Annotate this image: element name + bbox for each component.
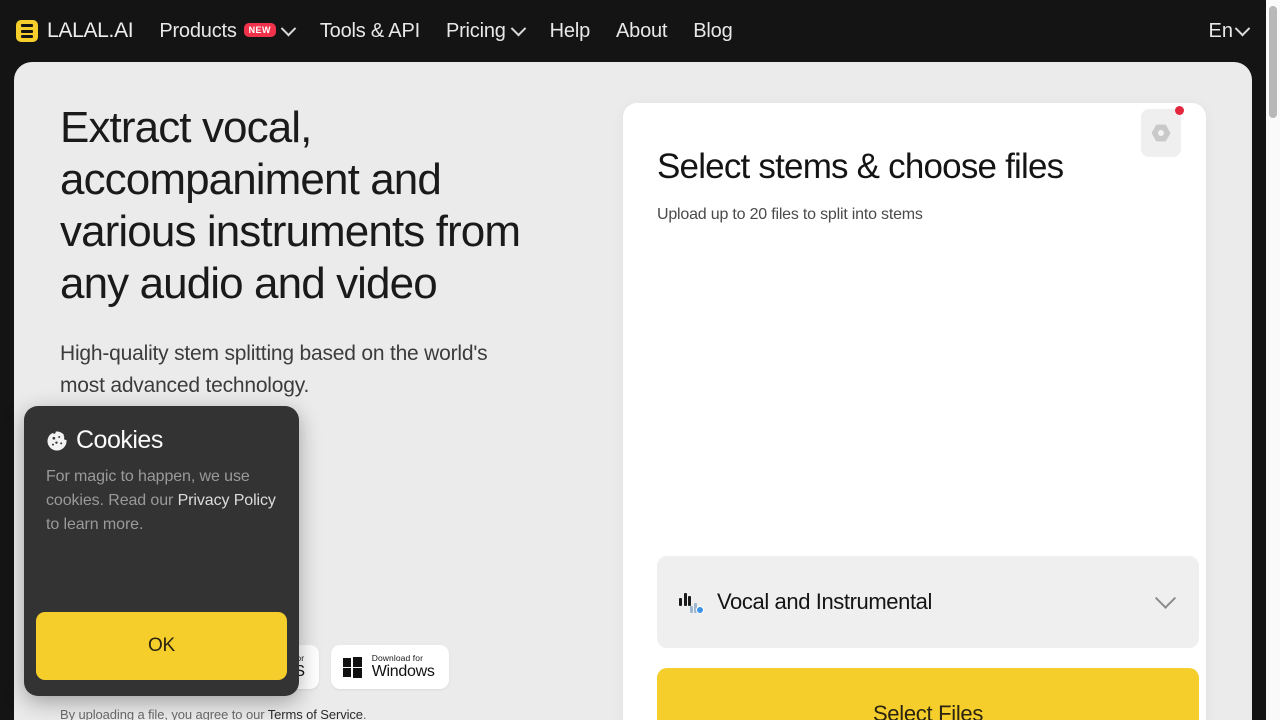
chevron-down-icon: [1234, 20, 1251, 36]
page-scrollbar[interactable]: [1266, 0, 1280, 720]
cookie-body-after: to learn more.: [46, 516, 144, 533]
chevron-down-icon: [280, 20, 297, 36]
upload-card: Select stems & choose files Upload up to…: [623, 103, 1206, 720]
nav-item-about[interactable]: About: [616, 20, 667, 43]
language-label: En: [1208, 19, 1233, 42]
cookie-dialog-title: Cookies: [76, 426, 163, 454]
download-windows-button[interactable]: Download for Windows: [330, 645, 449, 689]
cookie-accept-button[interactable]: OK: [36, 612, 287, 680]
hero-section: Extract vocal, accompaniment and various…: [60, 102, 580, 402]
cookie-icon: [47, 430, 67, 451]
page-subtitle: High-quality stem splitting based on the…: [60, 342, 488, 397]
brand-name: LALAL.AI: [47, 19, 134, 42]
chevron-down-icon: [510, 20, 526, 36]
cookie-consent-dialog: Cookies For magic to happen, we use cook…: [24, 406, 299, 696]
upload-card-title: Select stems & choose files: [657, 147, 1064, 186]
waveform-icon: [679, 590, 705, 614]
gear-nut-icon: [1151, 124, 1171, 142]
upload-card-hint: Upload up to 20 files to split into stem…: [657, 206, 923, 223]
stem-select-value: Vocal and Instrumental: [717, 589, 933, 614]
language-switcher[interactable]: En: [1208, 19, 1251, 43]
nav-item-help[interactable]: Help: [549, 19, 591, 43]
brand-logo[interactable]: LALAL.AI: [16, 19, 134, 43]
nav-item-blog[interactable]: Blog: [693, 20, 732, 43]
chevron-down-icon: [1154, 587, 1177, 609]
top-navbar: LALAL.AI Products NEW Tools & API Pricin…: [0, 0, 1266, 62]
nav-label-pricing: Pricing: [445, 19, 506, 42]
page-title: Extract vocal, accompaniment and various…: [60, 103, 521, 308]
cookie-dialog-title-row: Cookies: [46, 426, 277, 455]
nav-links: Products NEW Tools & API Pricing Help Ab…: [159, 20, 732, 43]
windows-small: Download for: [371, 653, 424, 663]
nav-label-help: Help: [549, 19, 591, 42]
nav-label-products: Products: [159, 19, 237, 42]
nav-right: En: [1208, 19, 1251, 43]
select-files-button[interactable]: Select Files: [657, 668, 1199, 720]
stem-select-dropdown[interactable]: Vocal and Instrumental: [657, 556, 1199, 648]
terms-prefix: By uploading a file, you agree to our: [60, 707, 268, 720]
terms-suffix: .: [362, 707, 367, 720]
windows-big: Windows: [371, 663, 435, 680]
settings-button[interactable]: [1141, 106, 1184, 157]
new-badge: NEW: [243, 23, 276, 37]
nav-item-products[interactable]: Products NEW: [159, 19, 297, 43]
scrollbar-thumb[interactable]: [1269, 6, 1277, 118]
windows-icon: [342, 657, 363, 678]
nav-item-tools-api[interactable]: Tools & API: [320, 20, 420, 43]
windows-text: Download for Windows: [372, 653, 435, 681]
page-root: LALAL.AI Products NEW Tools & API Pricin…: [0, 0, 1280, 720]
privacy-policy-link[interactable]: Privacy Policy: [178, 492, 276, 509]
cookie-dialog-body: For magic to happen, we use cookies. Rea…: [46, 465, 277, 537]
notification-dot: [1175, 106, 1184, 115]
upload-card-header: Select stems & choose files Upload up to…: [623, 103, 1206, 224]
terms-of-service-link[interactable]: Terms of Service: [268, 707, 363, 720]
nav-label-blog: Blog: [693, 19, 733, 42]
nav-label-about: About: [616, 19, 668, 42]
nav-label-tools-api: Tools & API: [319, 19, 420, 42]
terms-notice: By uploading a file, you agree to our Te…: [60, 707, 367, 720]
lalal-logo-icon: [16, 20, 38, 42]
nav-item-pricing[interactable]: Pricing: [445, 19, 526, 43]
